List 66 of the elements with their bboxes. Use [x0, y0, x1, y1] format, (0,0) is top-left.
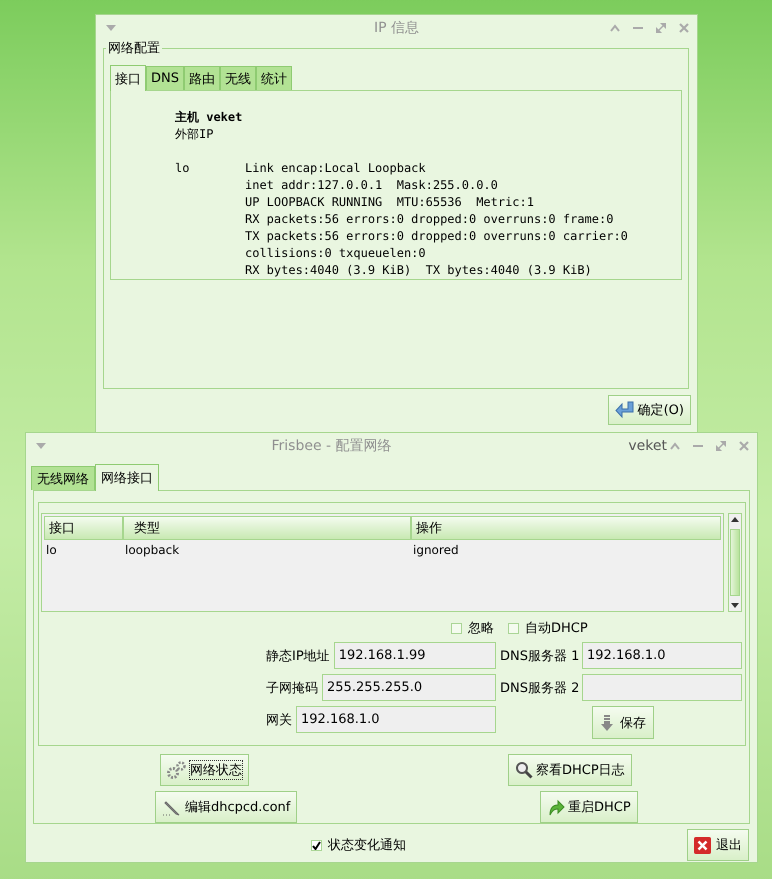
close-icon[interactable] — [679, 23, 689, 33]
maximize-icon[interactable] — [716, 441, 726, 451]
field-label: DNS服务器 1 — [500, 648, 578, 664]
checkbox[interactable] — [311, 840, 322, 850]
interface-name: lo — [175, 160, 190, 177]
field-label: DNS服务器 2 — [500, 680, 578, 696]
close-icon — [694, 836, 711, 854]
interface-info-line: RX bytes:4040 (3.9 KiB) TX bytes:4040 (3.9 KiB) — [245, 262, 593, 279]
scrollbar[interactable] — [728, 513, 742, 612]
tab[interactable]: DNS — [146, 66, 184, 90]
back-arrow-icon — [614, 401, 635, 419]
minimize-icon[interactable] — [693, 444, 703, 448]
checkbox-label: 自动DHCP — [525, 620, 588, 637]
save-button[interactable]: 保存 — [592, 706, 654, 739]
tab[interactable]: 网络接口 — [95, 464, 159, 491]
close-icon[interactable] — [739, 441, 749, 451]
interface-info-line: collisions:0 txqueuelen:0 — [245, 245, 427, 262]
action-button[interactable]: 编辑dhcpcd.conf — [155, 791, 298, 823]
tab[interactable]: 无线 — [220, 66, 256, 90]
window-menu-icon[interactable] — [106, 25, 116, 31]
column-header[interactable]: 操作 — [411, 516, 721, 540]
down-arrow-icon — [600, 714, 614, 732]
interface-info-line: Link encap:Local Loopback — [245, 160, 427, 177]
maximize-icon[interactable] — [656, 23, 666, 33]
host-name: 主机 veket — [175, 109, 244, 126]
action-button[interactable]: 察看DHCP日志 — [508, 754, 632, 786]
tab[interactable]: 路由 — [184, 66, 220, 90]
field-label: 静态IP地址 — [266, 648, 330, 664]
input-field[interactable] — [582, 674, 742, 701]
shade-icon[interactable] — [610, 24, 620, 32]
interface-info-line: inet addr:127.0.0.1 Mask:255.0.0.0 — [245, 177, 499, 194]
external-ip-label: 外部IP — [175, 126, 214, 143]
table-cell-text: ignored — [412, 542, 460, 559]
input-field[interactable]: 192.168.1.99 — [334, 642, 496, 669]
shade-icon[interactable] — [670, 442, 680, 450]
window-title: Frisbee - 配置网络 — [271, 437, 392, 455]
tab[interactable]: 无线网络 — [31, 466, 95, 490]
minimize-icon[interactable] — [633, 26, 643, 30]
interface-info-line: UP LOOPBACK RUNNING MTU:65536 Metric:1 — [245, 194, 535, 211]
group-title: 网络配置 — [106, 41, 162, 56]
table-cell-text: loopback — [124, 542, 180, 559]
input-field[interactable]: 255.255.255.0 — [322, 674, 496, 701]
interface-info-line: TX packets:56 errors:0 dropped:0 overruns:0 carrier:0 — [245, 228, 628, 245]
action-button[interactable]: 网络状态 — [160, 754, 249, 786]
field-label: 子网掩码 — [266, 680, 318, 696]
ok-button[interactable]: 确定(O) — [608, 395, 691, 425]
window-menu-icon[interactable] — [36, 443, 46, 449]
input-field[interactable]: 192.168.1.0 — [296, 706, 496, 733]
column-header[interactable]: 类型 — [123, 516, 411, 540]
window-host-label: veket — [628, 438, 667, 454]
tab[interactable]: 接口 — [110, 65, 146, 91]
scroll-thumb[interactable] — [730, 529, 740, 596]
action-button[interactable]: 重启DHCP — [540, 791, 638, 823]
input-field[interactable]: 192.168.1.0 — [582, 642, 742, 669]
interface-info-line: RX packets:56 errors:0 dropped:0 overruns:0 frame:0 — [245, 211, 614, 228]
gears-icon — [167, 761, 187, 779]
quit-button[interactable]: 退出 — [687, 829, 749, 861]
tab[interactable]: 统计 — [256, 66, 292, 90]
search-icon — [515, 761, 533, 779]
table-cell-text: lo — [45, 542, 58, 559]
checkbox-label: 状态变化通知 — [328, 837, 406, 854]
curved-arrow-icon — [547, 798, 565, 816]
window-title: IP 信息 — [374, 19, 420, 37]
checkbox-label: 忽略 — [468, 620, 494, 637]
column-header[interactable]: 接口 — [44, 516, 123, 540]
field-label: 网关 — [266, 712, 292, 728]
